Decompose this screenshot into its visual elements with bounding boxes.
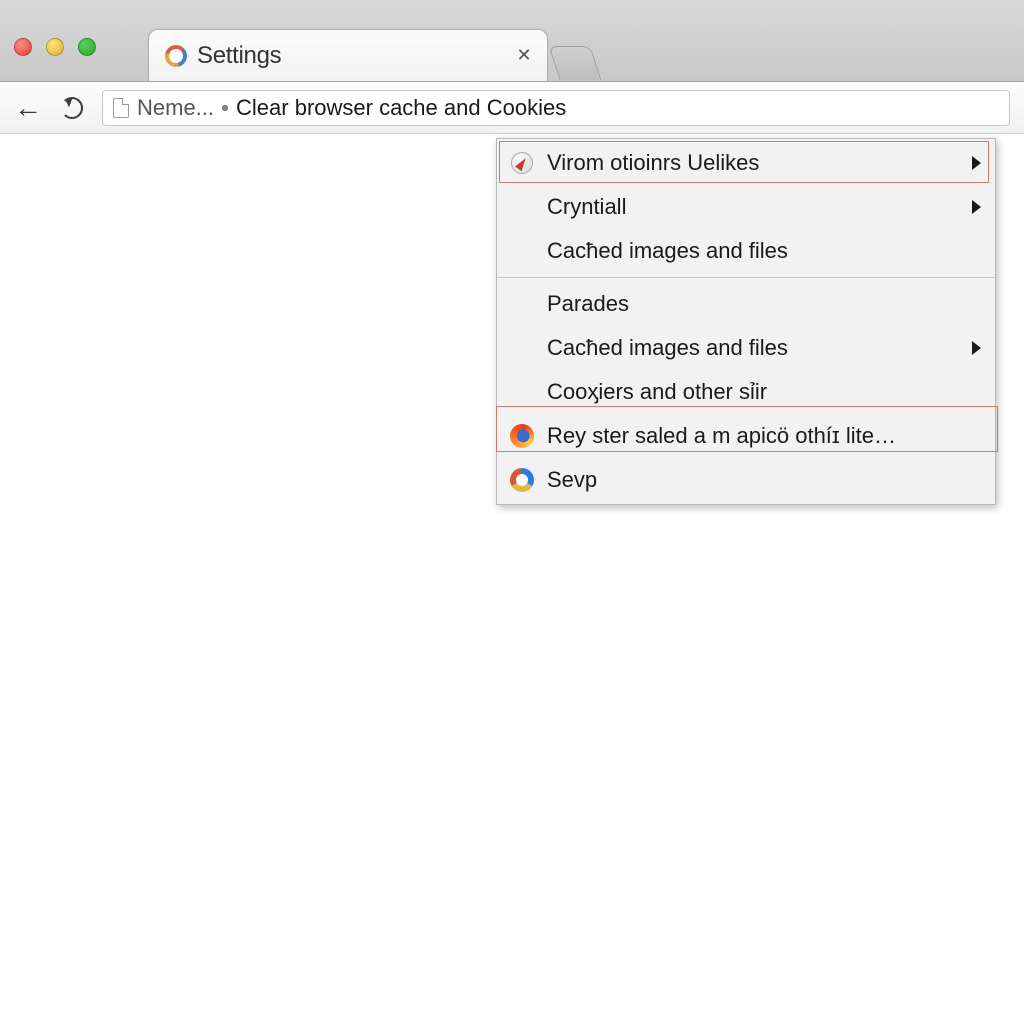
menu-item-label: Cacħed images and files <box>547 335 952 361</box>
firefox-icon <box>510 424 534 448</box>
context-menu: Virom otioinrs Uelikes Cryntiall Cacħed … <box>496 138 996 505</box>
menu-item-cached-images-1[interactable]: Cacħed images and files <box>497 229 995 273</box>
chevron-right-icon <box>972 200 981 214</box>
browser-toolbar: Neme... Clear browser cache and Cookies <box>0 82 1024 134</box>
zoom-window-button[interactable] <box>78 38 96 56</box>
menu-item-label: Cacħed images and files <box>547 238 981 264</box>
menu-item-sevp[interactable]: Sevp <box>497 458 995 502</box>
minimize-window-button[interactable] <box>46 38 64 56</box>
chevron-right-icon <box>972 341 981 355</box>
menu-item-virom-options[interactable]: Virom otioinrs Uelikes <box>497 141 995 185</box>
menu-item-reyster[interactable]: Rey ster saled a m apicö othíɪ lite… <box>497 414 995 458</box>
menu-item-label: Cryntiall <box>547 194 952 220</box>
compass-icon <box>511 152 533 174</box>
chevron-right-icon <box>972 156 981 170</box>
browser-icon <box>510 468 534 492</box>
close-tab-icon[interactable] <box>515 47 533 65</box>
arrow-left-icon <box>14 92 42 124</box>
menu-item-label: Cooᶍiers and other sỉir <box>547 379 981 405</box>
back-button[interactable] <box>14 94 42 122</box>
menu-separator <box>497 277 995 278</box>
menu-item-cached-images-2[interactable]: Cacħed images and files <box>497 326 995 370</box>
page-viewport: Virom otioinrs Uelikes Cryntiall Cacħed … <box>0 134 1024 1024</box>
close-window-button[interactable] <box>14 38 32 56</box>
reload-button[interactable] <box>58 94 86 122</box>
browser-tab-settings[interactable]: Settings <box>148 29 548 81</box>
menu-item-label: Parades <box>547 291 981 317</box>
omnibox-separator-icon <box>222 105 228 111</box>
tab-strip: Settings <box>148 25 596 81</box>
omnibox-prefix: Neme... <box>137 95 214 121</box>
menu-item-cryntiall[interactable]: Cryntiall <box>497 185 995 229</box>
menu-item-cookies[interactable]: Cooᶍiers and other sỉir <box>497 370 995 414</box>
reload-icon <box>61 97 83 119</box>
window-titlebar: Settings <box>0 0 1024 82</box>
tab-title: Settings <box>197 42 281 70</box>
page-icon <box>113 98 129 118</box>
address-bar[interactable]: Neme... Clear browser cache and Cookies <box>102 90 1010 126</box>
new-tab-button[interactable] <box>548 46 601 80</box>
menu-item-label: Sevp <box>547 467 981 493</box>
menu-item-parades[interactable]: Parades <box>497 282 995 326</box>
window-controls <box>14 38 96 56</box>
omnibox-text: Clear browser cache and Cookies <box>236 95 566 121</box>
menu-item-label: Rey ster saled a m apicö othíɪ lite… <box>547 423 981 449</box>
tab-favicon-icon <box>165 45 187 67</box>
menu-item-label: Virom otioinrs Uelikes <box>547 150 952 176</box>
